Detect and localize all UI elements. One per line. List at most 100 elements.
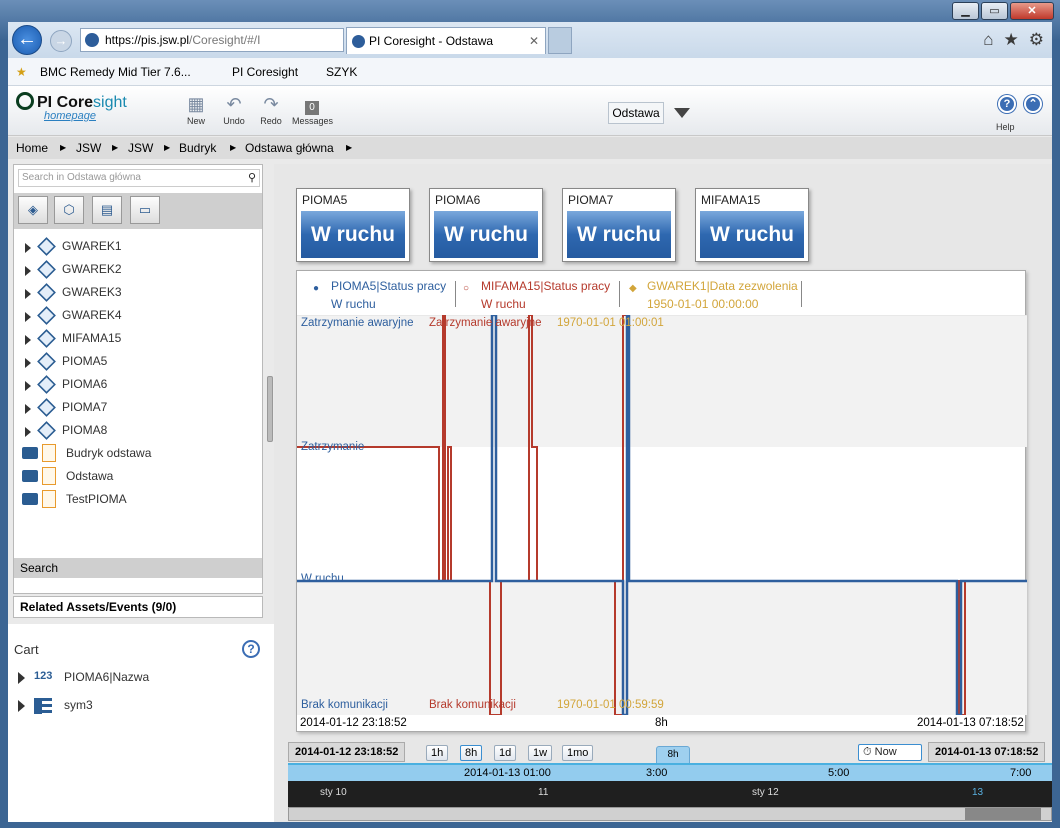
address-bar[interactable]: https://pis.jsw.pl/Coresight/#/I — [80, 28, 344, 52]
y-label: Brak komunikacji — [301, 699, 388, 711]
asset-filter-button[interactable]: ⬡ — [54, 196, 84, 224]
maximize-button[interactable]: ▭ — [981, 2, 1008, 20]
value-symbol[interactable]: PIOMA7 W ruchu — [562, 188, 676, 262]
timebar-end[interactable]: 2014-01-13 07:18:52 — [928, 742, 1046, 762]
new-button[interactable]: ▦ New — [176, 92, 216, 126]
filter-buttons: ◈ ⬡ ▤ ▭ — [14, 193, 262, 229]
day-tick: sty 10 — [320, 787, 347, 798]
legend-divider — [619, 281, 620, 307]
search-icon[interactable]: ⚲ — [248, 170, 256, 186]
favorite-link[interactable]: BMC Remedy Mid Tier 7.6... — [40, 65, 191, 79]
chevron-down-icon[interactable] — [674, 108, 690, 118]
breadcrumb-arrow-icon: ▶ — [230, 143, 237, 152]
expand-icon[interactable] — [18, 700, 25, 712]
range-1mo-button[interactable]: 1mo — [562, 745, 594, 761]
legend-item[interactable]: ● PIOMA5|Status pracy W ruchu — [313, 277, 446, 313]
range-1w-button[interactable]: 1w — [528, 745, 553, 761]
asset-cube-icon — [37, 375, 56, 394]
timebar-start[interactable]: 2014-01-12 23:18:52 — [288, 742, 406, 762]
messages-button[interactable]: 0 Messages — [292, 92, 333, 126]
breadcrumb-item[interactable]: JSW — [76, 137, 101, 159]
collapse-up-icon[interactable]: ⌃ — [1024, 95, 1042, 113]
display-canvas: PIOMA5 W ruchu PIOMA6 W ruchu PIOMA7 W ruch… — [274, 164, 1052, 822]
display-filter-button[interactable]: ▤ — [92, 196, 122, 224]
help-icon[interactable]: ? — [998, 95, 1016, 113]
favorites-star-icon[interactable]: ★ — [1004, 30, 1019, 50]
legend-item[interactable]: ○ MIFAMA15|Status pracy W ruchu — [463, 277, 610, 313]
expand-icon[interactable] — [25, 266, 31, 276]
expand-icon[interactable] — [25, 243, 31, 253]
favorite-link[interactable]: SZYK — [326, 65, 357, 79]
trend-x-axis: 2014-01-12 23:18:52 8h 2014-01-13 07:18:… — [297, 715, 1027, 733]
timebar-days-strip[interactable]: sty 10 11 sty 12 13 — [288, 781, 1052, 807]
breadcrumb-item[interactable]: Odstawa główna — [245, 137, 334, 159]
timebar-scrollbar[interactable] — [288, 807, 1052, 821]
home-icon[interactable]: ⌂ — [983, 30, 993, 50]
favorites-star-icon[interactable]: ★ — [16, 65, 27, 79]
range-1h-button[interactable]: 1h — [426, 745, 449, 761]
redo-button[interactable]: ↷ Redo — [251, 92, 291, 126]
time-tick: 5:00 — [828, 767, 850, 779]
now-button[interactable]: ⏱ Now — [858, 744, 922, 761]
trend-svg — [297, 313, 1027, 717]
search-section-header[interactable]: Search — [14, 558, 262, 578]
url-host: https://pis.jsw.pl — [105, 33, 190, 47]
browser-tab[interactable]: PI Coresight - Odstawa ✕ — [346, 27, 546, 54]
asset-cube-icon — [37, 329, 56, 348]
asset-cube-icon — [37, 398, 56, 417]
forward-button[interactable]: → — [50, 30, 72, 52]
help-icon[interactable]: ? — [242, 640, 260, 658]
range-1d-button[interactable]: 1d — [494, 745, 517, 761]
value-symbol[interactable]: MIFAMA15 W ruchu — [695, 188, 809, 262]
value-symbol[interactable]: PIOMA5 W ruchu — [296, 188, 410, 262]
timebar-range-tab[interactable]: 8h — [656, 746, 690, 764]
favorite-link[interactable]: PI Coresight — [232, 65, 298, 79]
y-label: Zatrzymanie — [301, 441, 365, 453]
undo-button[interactable]: ↶ Undo — [214, 92, 254, 126]
favorites-bar: ★ BMC Remedy Mid Tier 7.6... PI Coresigh… — [8, 58, 1052, 86]
asset-cube-icon — [37, 306, 56, 325]
expand-icon[interactable] — [25, 404, 31, 414]
expand-icon[interactable] — [25, 427, 31, 437]
plot-band — [297, 581, 1027, 715]
window-controls: ▁ ▭ ✕ — [952, 2, 1054, 20]
value-symbol[interactable]: PIOMA6 W ruchu — [429, 188, 543, 262]
asset-cube-icon — [37, 421, 56, 440]
breadcrumb-item[interactable]: JSW — [128, 137, 153, 159]
minimize-button[interactable]: ▁ — [952, 2, 979, 20]
homepage-link[interactable]: homepage — [44, 110, 96, 122]
related-assets-header[interactable]: Related Assets/Events (9/0) — [13, 596, 263, 618]
expand-icon[interactable] — [25, 381, 31, 391]
expand-icon[interactable] — [25, 335, 31, 345]
timebar-hours-strip[interactable]: 2014-01-13 01:00 3:00 5:00 7:00 — [288, 763, 1052, 781]
close-button[interactable]: ✕ — [1010, 2, 1054, 20]
legend-marker-icon: ◆ — [629, 283, 637, 294]
scroll-thumb[interactable] — [965, 808, 1041, 820]
expand-icon[interactable] — [25, 358, 31, 368]
trend-chart[interactable]: ● PIOMA5|Status pracy W ruchu ○ MIFAMA15|St… — [296, 270, 1027, 733]
range-8h-button[interactable]: 8h — [460, 745, 483, 761]
value-icon: 123 — [34, 670, 53, 682]
folder-icon — [22, 493, 38, 505]
asset-cube-icon — [37, 352, 56, 371]
breadcrumb-item[interactable]: Budryk — [179, 137, 216, 159]
back-button[interactable]: ← — [12, 25, 42, 55]
legend-item[interactable]: ◆ GWAREK1|Data zezwolenia 1950-01-01 00:00… — [629, 277, 798, 313]
time-bar: 2014-01-12 23:18:52 1h 8h 1d 1w 1mo 8h ⏱… — [288, 742, 1052, 822]
app-header: PI Coresight homepage ▦ New ↶ Undo ↷ Redo 0… — [8, 86, 1052, 136]
tab-close-icon[interactable]: ✕ — [529, 28, 539, 54]
expand-icon[interactable] — [18, 672, 25, 684]
panel-splitter-handle[interactable] — [267, 376, 273, 442]
cart-title: Cart — [14, 642, 39, 657]
settings-gear-icon[interactable]: ⚙ — [1029, 30, 1044, 50]
event-filter-button[interactable]: ▭ — [130, 196, 160, 224]
tag-filter-button[interactable]: ◈ — [18, 196, 48, 224]
new-tab-button[interactable] — [548, 27, 572, 54]
display-selector[interactable]: Odstawa — [608, 102, 664, 124]
breadcrumb-item[interactable]: Home — [16, 137, 48, 159]
search-input[interactable]: Search in Odstawa główna ⚲ — [18, 169, 260, 187]
expand-icon[interactable] — [25, 312, 31, 322]
site-favicon-icon — [85, 33, 99, 47]
expand-icon[interactable] — [25, 289, 31, 299]
browser-right-icons: ⌂ ★ ⚙ — [983, 30, 1044, 50]
